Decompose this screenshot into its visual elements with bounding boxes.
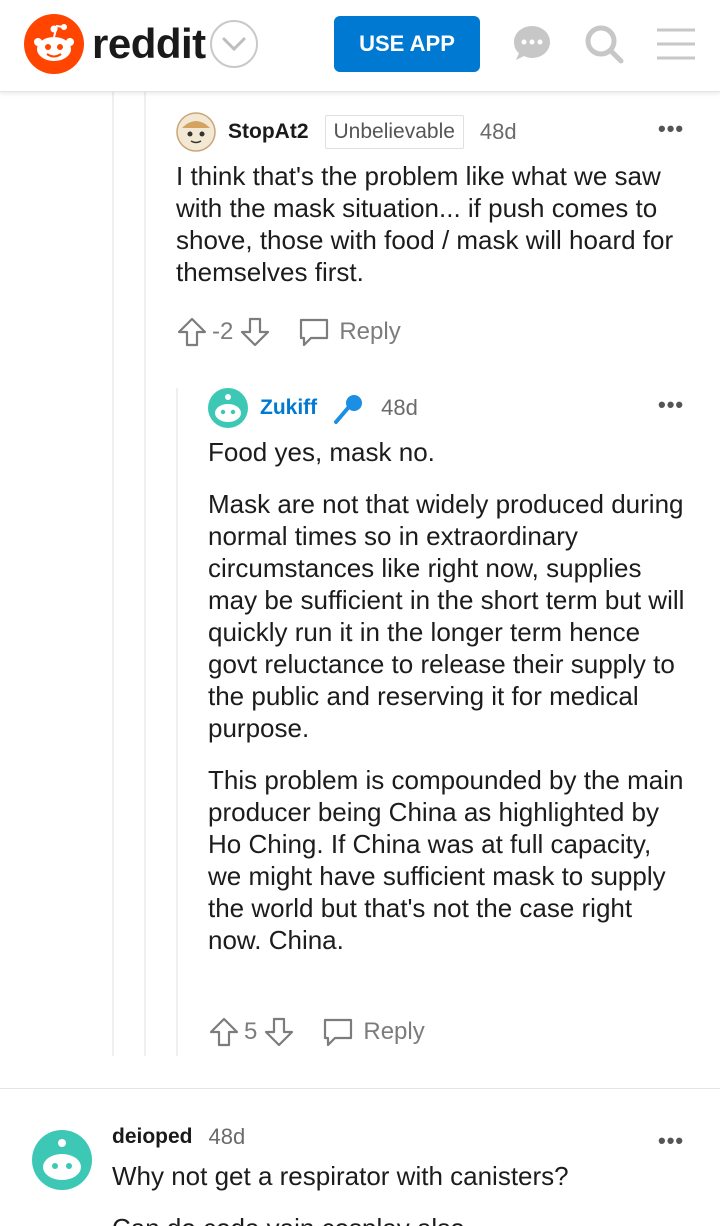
reddit-logo-icon[interactable] xyxy=(24,14,84,74)
comment-actions: 5 Reply xyxy=(208,1016,425,1048)
reply-button[interactable]: Reply xyxy=(363,1018,424,1046)
more-options-icon[interactable]: ••• xyxy=(658,392,684,418)
downvote-icon[interactable] xyxy=(239,316,271,348)
comment-paragraph: Mask are not that widely produced during… xyxy=(208,489,685,743)
downvote-icon[interactable] xyxy=(263,1016,295,1048)
username[interactable]: deioped xyxy=(112,1125,193,1149)
avatar[interactable] xyxy=(176,112,216,152)
comment-age: 48d xyxy=(208,1124,246,1149)
avatar[interactable] xyxy=(32,1130,92,1190)
comment-paragraph: Why not get a respirator with canisters? xyxy=(112,1161,569,1191)
thread-line[interactable] xyxy=(112,92,114,1056)
thread-line[interactable] xyxy=(176,388,178,1056)
comment-actions: -2 Reply xyxy=(176,316,401,348)
microphone-icon xyxy=(333,392,365,424)
vote-score: 5 xyxy=(244,1018,258,1045)
avatar[interactable] xyxy=(208,388,248,428)
comment-header: deioped 48d xyxy=(112,1124,245,1150)
comment-paragraph: Can do coda vain cosplay also xyxy=(112,1212,692,1226)
comment-paragraph: This problem is compounded by the main p… xyxy=(208,765,684,955)
comment-body: Food yes, mask no. Mask are not that wid… xyxy=(208,436,686,976)
vote-score: -2 xyxy=(212,318,234,345)
comment-body: I think that's the problem like what we … xyxy=(176,160,686,308)
comment-header: StopAt2 Unbelievable 48d xyxy=(176,112,517,152)
chat-icon[interactable] xyxy=(510,22,554,66)
user-flair: Unbelievable xyxy=(324,115,464,149)
reply-button[interactable]: Reply xyxy=(339,318,400,346)
reddit-wordmark[interactable]: reddit xyxy=(92,20,206,68)
thread-line[interactable] xyxy=(144,92,146,1056)
chevron-down-icon[interactable] xyxy=(210,20,258,68)
reply-icon[interactable] xyxy=(321,1016,355,1048)
comment-paragraph: Food yes, mask no. xyxy=(208,437,435,467)
comment-header: Zukiff 48d xyxy=(208,388,418,428)
use-app-button[interactable]: USE APP xyxy=(334,16,480,72)
comment-divider xyxy=(0,1088,720,1089)
top-navbar: reddit USE APP xyxy=(0,0,720,92)
menu-icon[interactable] xyxy=(654,22,698,66)
comment-age: 48d xyxy=(381,395,418,420)
username[interactable]: Zukiff xyxy=(260,396,317,420)
comment-paragraph: I think that's the problem like what we … xyxy=(176,161,674,287)
upvote-icon[interactable] xyxy=(176,316,208,348)
username[interactable]: StopAt2 xyxy=(228,120,309,144)
comment-body: Why not get a respirator with canisters?… xyxy=(112,1160,692,1226)
reply-icon[interactable] xyxy=(297,316,331,348)
more-options-icon[interactable]: ••• xyxy=(658,116,684,142)
more-options-icon[interactable]: ••• xyxy=(658,1128,684,1154)
upvote-icon[interactable] xyxy=(208,1016,240,1048)
comment-age: 48d xyxy=(479,119,517,144)
search-icon[interactable] xyxy=(582,22,626,66)
